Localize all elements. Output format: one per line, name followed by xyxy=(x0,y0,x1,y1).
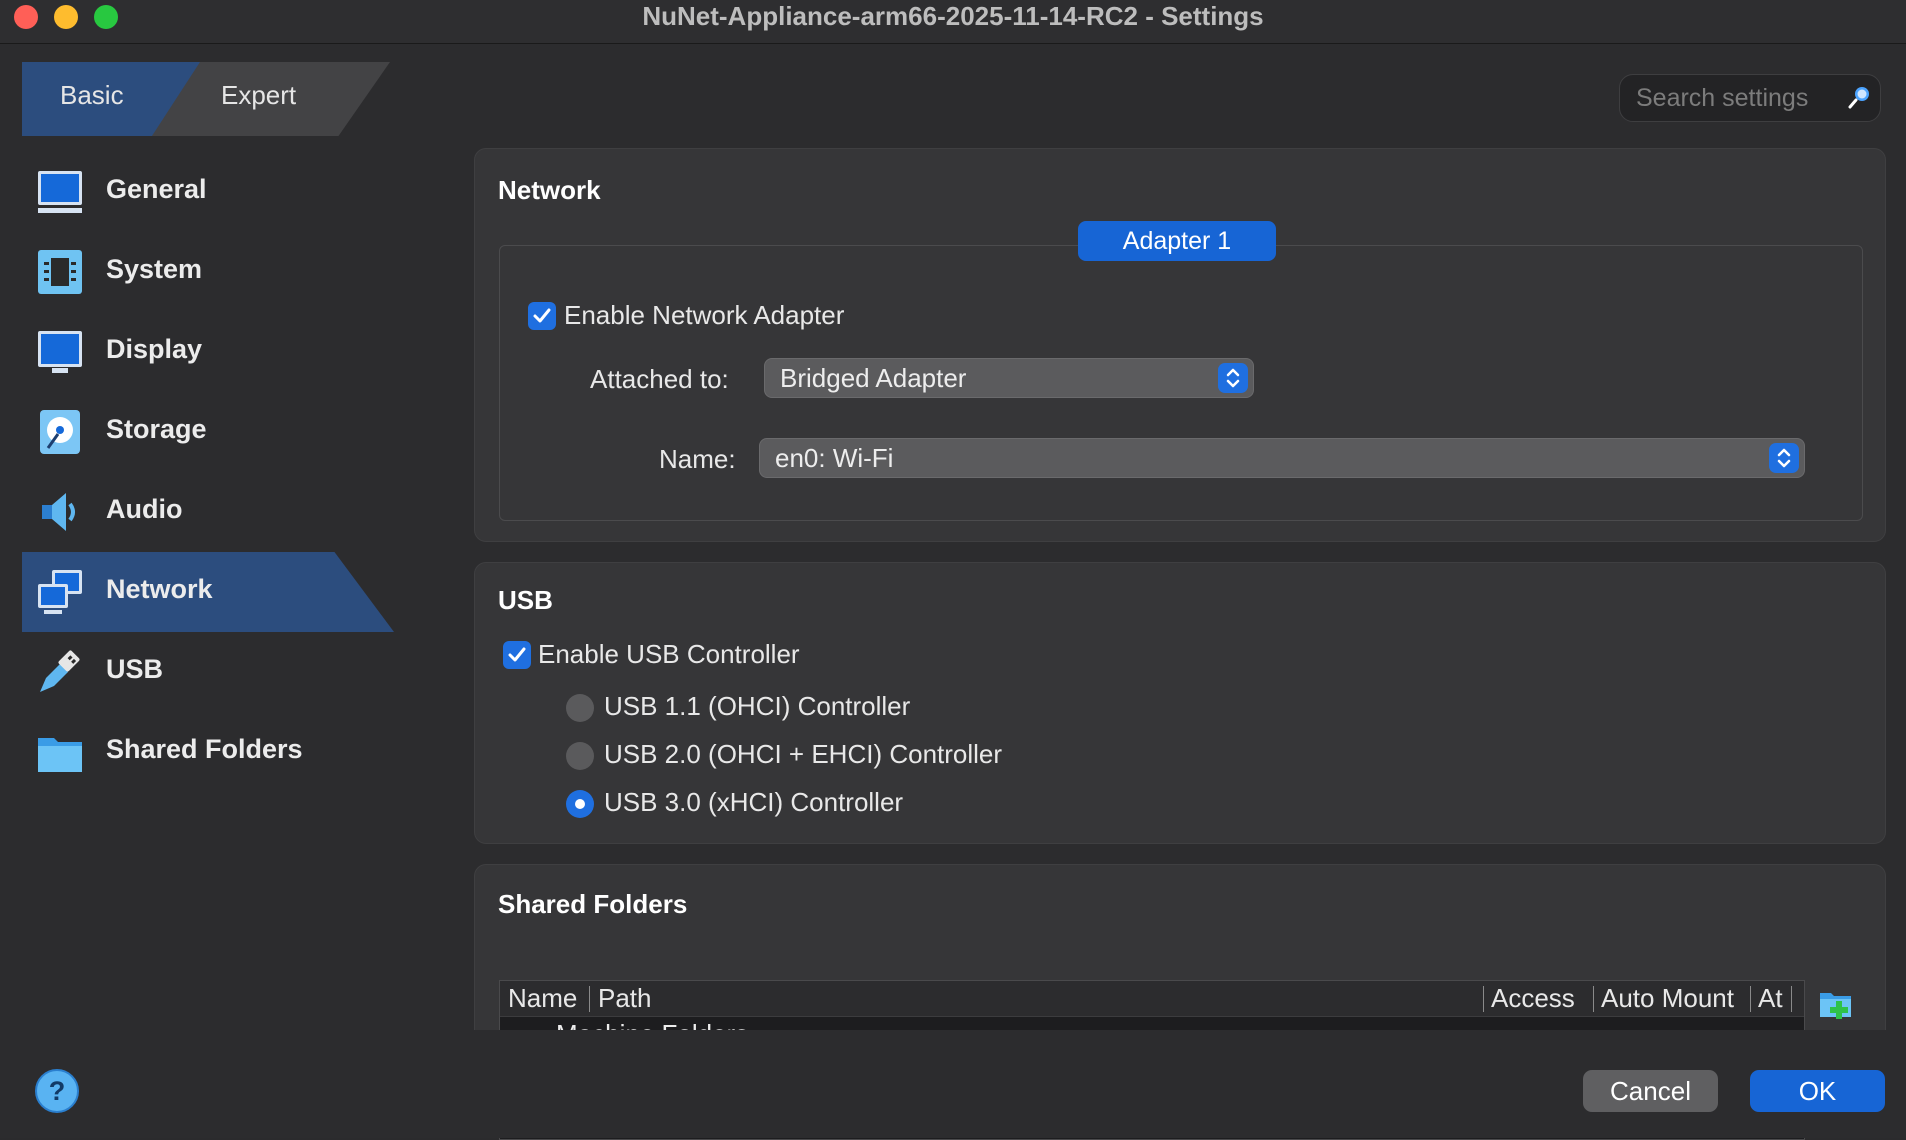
tab-expert-label: Expert xyxy=(221,80,297,110)
sidebar-item-general[interactable]: General xyxy=(22,152,394,232)
adapter-panel: Enable Network Adapter Attached to: Brid… xyxy=(499,245,1863,521)
usb-3-0-radio[interactable] xyxy=(566,790,594,818)
usb-group: USB Enable USB Controller USB 1.1 (OHCI)… xyxy=(474,562,1886,844)
mode-tabs: Basic Expert xyxy=(22,62,390,136)
sidebar-item-system[interactable]: System xyxy=(22,232,394,312)
column-divider xyxy=(1750,986,1751,1012)
svg-text:?: ? xyxy=(49,1076,66,1106)
window-title: NuNet-Appliance-arm66-2025-11-14-RC2 - S… xyxy=(642,1,1264,31)
adapter-name-value: en0: Wi-Fi xyxy=(775,443,894,473)
tab-basic-label: Basic xyxy=(60,80,124,110)
usb-1-1-label: USB 1.1 (OHCI) Controller xyxy=(604,691,911,721)
cancel-button[interactable]: Cancel xyxy=(1583,1070,1718,1112)
storage-icon xyxy=(40,410,80,454)
checkmark-icon xyxy=(533,308,551,323)
audio-icon xyxy=(42,493,75,531)
shared-folders-icon xyxy=(38,738,82,772)
display-icon xyxy=(38,331,82,373)
add-shared-folder-icon[interactable] xyxy=(1817,985,1855,1023)
chevron-up-down-icon xyxy=(1777,448,1791,468)
usb-group-title: USB xyxy=(498,585,553,615)
name-label: Name: xyxy=(659,444,736,474)
column-header-path[interactable]: Path xyxy=(598,983,652,1014)
column-header-auto-mount[interactable]: Auto Mount xyxy=(1601,983,1734,1014)
usb-1-1-radio[interactable] xyxy=(566,694,594,722)
settings-sidebar: General System Display Storage Audio Net… xyxy=(22,152,394,852)
sidebar-item-label: General xyxy=(106,174,207,204)
sidebar-item-label: USB xyxy=(106,654,164,684)
sidebar-item-label: Display xyxy=(106,334,203,364)
system-icon xyxy=(38,250,82,294)
usb-2-0-radio[interactable] xyxy=(566,742,594,770)
sidebar-item-storage[interactable]: Storage xyxy=(22,392,394,472)
search-box xyxy=(1619,74,1881,122)
sidebar-item-network[interactable]: Network xyxy=(22,552,394,632)
attached-to-select[interactable]: Bridged Adapter xyxy=(764,358,1254,398)
tab-adapter-1[interactable]: Adapter 1 xyxy=(1078,221,1276,261)
checkmark-icon xyxy=(508,647,526,662)
sidebar-item-display[interactable]: Display xyxy=(22,312,394,392)
search-input[interactable] xyxy=(1634,83,1844,113)
select-stepper xyxy=(1769,443,1799,473)
usb-2-0-label: USB 2.0 (OHCI + EHCI) Controller xyxy=(604,739,1003,769)
column-divider xyxy=(1791,986,1792,1012)
settings-window-body: Basic Expert General xyxy=(0,44,1906,1140)
column-divider xyxy=(1593,986,1594,1012)
shared-folders-group-title: Shared Folders xyxy=(498,889,688,919)
sidebar-item-usb[interactable]: USB xyxy=(22,632,394,712)
attached-to-value: Bridged Adapter xyxy=(780,363,967,393)
title-bar: NuNet-Appliance-arm66-2025-11-14-RC2 - S… xyxy=(0,0,1906,44)
sidebar-item-label: Storage xyxy=(106,414,207,444)
sidebar-item-label: Shared Folders xyxy=(106,734,303,764)
column-divider xyxy=(1483,986,1484,1012)
network-icon xyxy=(38,570,82,614)
enable-usb-controller-label: Enable USB Controller xyxy=(538,639,800,669)
column-header-name[interactable]: Name xyxy=(508,983,577,1014)
help-icon[interactable]: ? xyxy=(34,1068,80,1114)
search-icon[interactable] xyxy=(1847,84,1873,110)
enable-network-adapter-checkbox[interactable] xyxy=(528,302,556,330)
network-group-title: Network xyxy=(498,175,601,205)
sidebar-item-label: Network xyxy=(106,574,213,604)
ok-button[interactable]: OK xyxy=(1750,1070,1885,1112)
enable-network-adapter-label: Enable Network Adapter xyxy=(564,300,845,330)
enable-usb-controller-checkbox[interactable] xyxy=(503,641,531,669)
general-icon xyxy=(38,171,82,213)
adapter-name-select[interactable]: en0: Wi-Fi xyxy=(759,438,1805,478)
column-divider xyxy=(589,986,590,1012)
table-header: Name Path Access Auto Mount At xyxy=(500,981,1804,1017)
column-header-access[interactable]: Access xyxy=(1491,983,1575,1014)
select-stepper xyxy=(1218,363,1248,393)
column-header-at[interactable]: At xyxy=(1758,983,1783,1014)
usb-3-0-label: USB 3.0 (xHCI) Controller xyxy=(604,787,904,817)
chevron-up-down-icon xyxy=(1226,368,1240,388)
sidebar-item-label: Audio xyxy=(106,494,183,524)
attached-to-label: Attached to: xyxy=(590,364,729,394)
sidebar-item-label: System xyxy=(106,254,203,284)
sidebar-item-shared-folders[interactable]: Shared Folders xyxy=(22,712,394,792)
sidebar-item-audio[interactable]: Audio xyxy=(22,472,394,552)
usb-icon xyxy=(40,650,80,692)
network-group: Network Enable Network Adapter Attached … xyxy=(474,148,1886,542)
